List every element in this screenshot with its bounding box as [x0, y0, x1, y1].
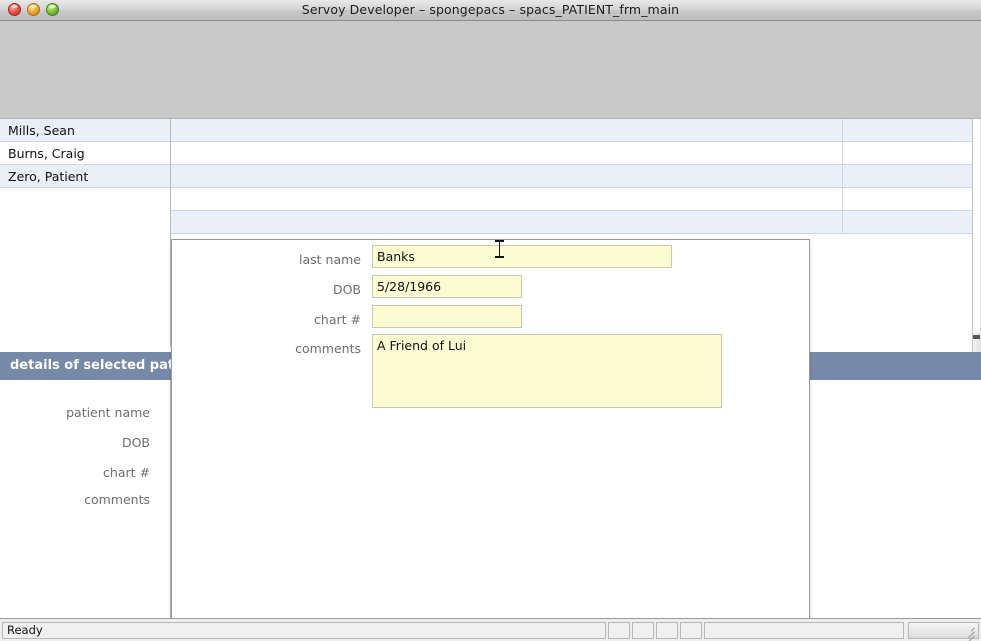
field-label-last-name: last name [299, 252, 361, 267]
list-item-label: Zero, Patient [8, 169, 89, 184]
field-label-chart-number: chart # [314, 312, 361, 327]
chart-number-input[interactable] [372, 305, 522, 328]
list-item[interactable]: Zero, Patient [0, 165, 170, 188]
status-bar: Ready [0, 618, 981, 641]
scrollbar-marker [973, 335, 980, 339]
table-row[interactable] [171, 188, 981, 211]
patient-list[interactable]: Mills, Sean Burns, Craig Zero, Patient [0, 119, 171, 346]
details-label-dob: DOB [121, 435, 150, 450]
column-divider [842, 165, 843, 187]
dialog-body: last name DOB chart # comments [172, 240, 809, 618]
details-panel: patient name DOB chart # comments [0, 380, 171, 618]
status-cell-wide[interactable] [704, 622, 904, 639]
column-divider [842, 211, 843, 233]
table-row[interactable] [171, 119, 981, 142]
edit-patient-dialog: last name DOB chart # comments Cancel Up… [171, 239, 810, 618]
resize-grip-icon [962, 624, 975, 641]
text-cursor [495, 239, 504, 259]
column-divider [842, 188, 843, 210]
toolbar-area [0, 21, 981, 119]
resize-grip[interactable] [908, 622, 979, 641]
list-item[interactable]: Burns, Craig [0, 142, 170, 165]
list-item-label: Burns, Craig [8, 146, 85, 161]
status-cell-4[interactable] [680, 622, 702, 639]
main-canvas: Mills, Sean Burns, Craig Zero, Patient d… [0, 119, 981, 618]
list-item[interactable]: Mills, Sean [0, 119, 170, 142]
dob-input[interactable] [372, 275, 522, 298]
list-item-label: Mills, Sean [8, 123, 75, 138]
comments-textarea[interactable] [372, 334, 722, 408]
table-row[interactable] [171, 142, 981, 165]
window-title: Servoy Developer – spongepacs – spacs_PA… [301, 2, 680, 17]
column-divider [842, 119, 843, 141]
field-label-comments: comments [295, 341, 361, 356]
status-message-cell: Ready [2, 622, 606, 639]
details-label-comments: comments [84, 492, 150, 507]
application-window: Servoy Developer – spongepacs – spacs_PA… [0, 0, 981, 641]
window-titlebar: Servoy Developer – spongepacs – spacs_PA… [0, 0, 981, 21]
last-name-input[interactable] [372, 245, 672, 268]
details-label-patient-name: patient name [66, 405, 150, 420]
column-divider [842, 142, 843, 164]
status-message: Ready [7, 623, 43, 637]
scrollbar-thumb[interactable] [973, 119, 980, 333]
field-label-dob: DOB [332, 282, 361, 297]
table-row[interactable] [171, 165, 981, 188]
list-empty-area [0, 188, 170, 346]
status-cell-3[interactable] [656, 622, 678, 639]
status-cell-1[interactable] [608, 622, 630, 639]
table-row[interactable] [171, 211, 981, 234]
status-cell-2[interactable] [632, 622, 654, 639]
vertical-scrollbar[interactable] [972, 119, 981, 355]
details-label-chart-number: chart # [103, 465, 150, 480]
